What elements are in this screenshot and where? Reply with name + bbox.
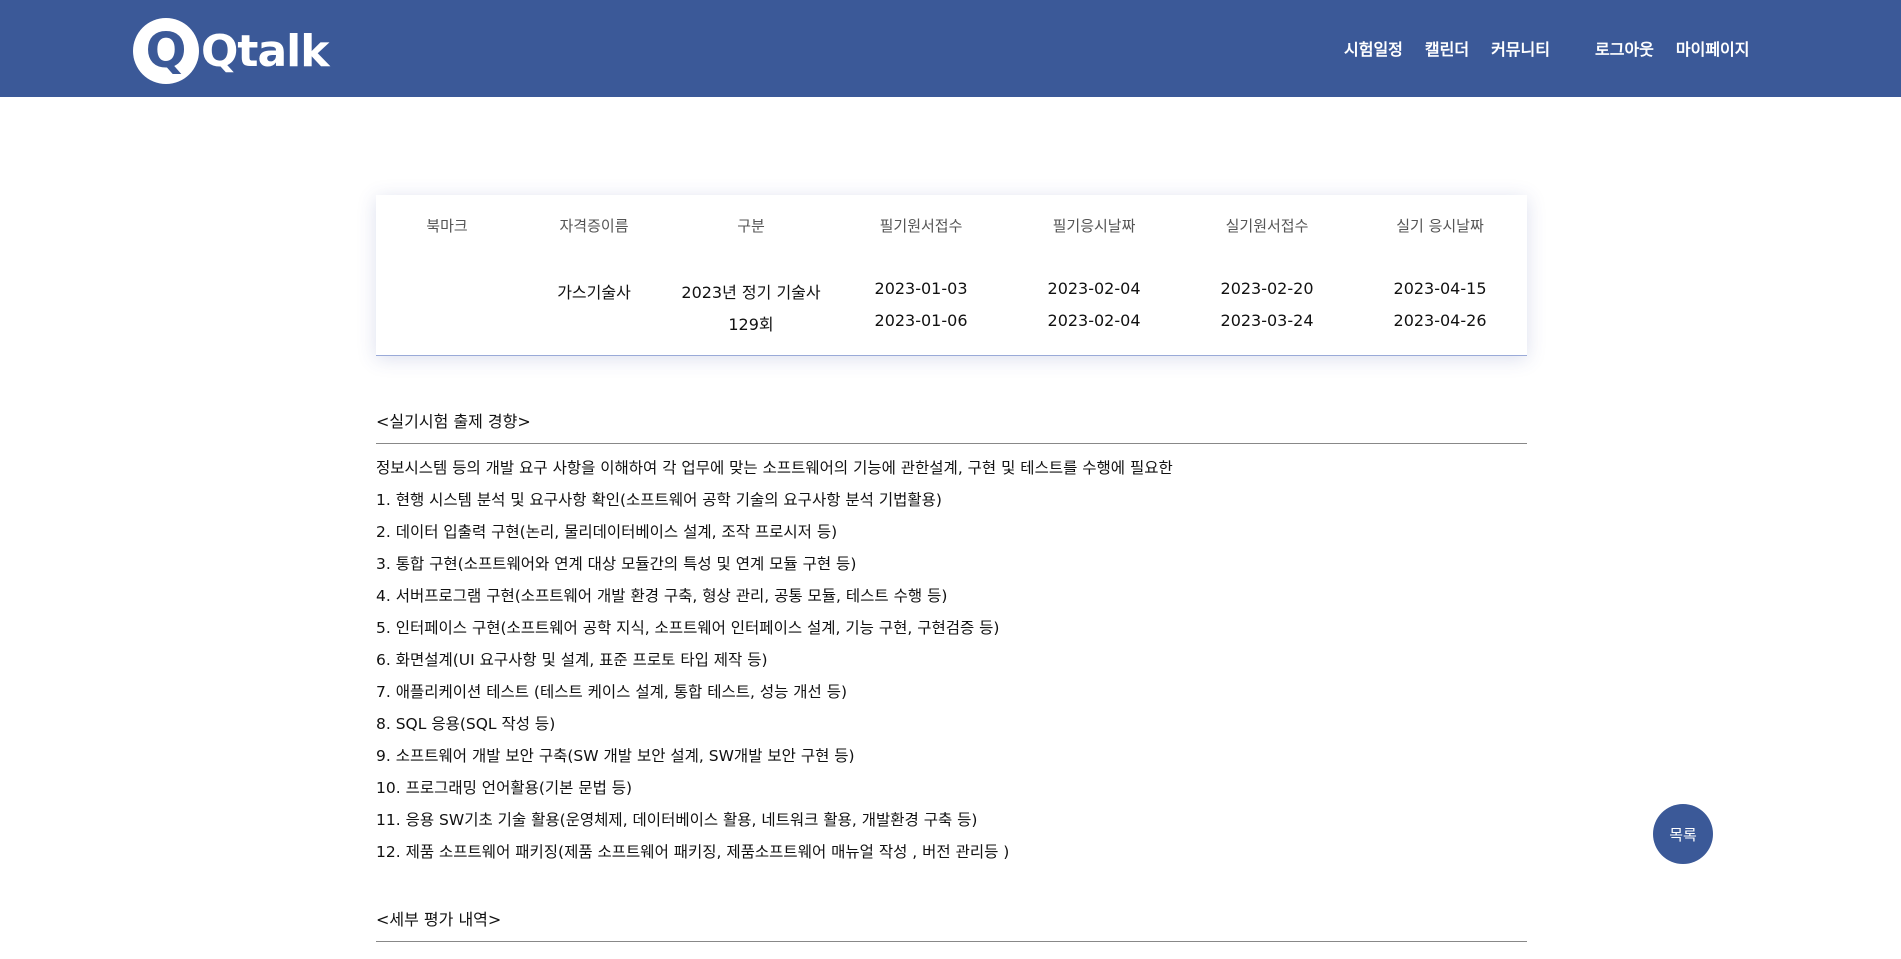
header-bookmark: 북마크 — [426, 217, 468, 235]
nav-logout[interactable]: 로그아웃 — [1595, 36, 1654, 60]
main-nav: 시험일정 캘린더 커뮤니티 — [1344, 36, 1550, 60]
list-item: 11. 응용 SW기초 기술 활용(운영체제, 데이터베이스 활용, 네트워크 … — [376, 811, 978, 829]
header-practical-exam-date: 실기 응시날짜 — [1396, 217, 1484, 235]
section-divider — [376, 941, 1527, 942]
list-item: 9. 소프트웨어 개발 보안 구축(SW 개발 보안 설계, SW개발 보안 구… — [376, 747, 855, 765]
round-line-1: 2023년 정기 기술사 — [681, 283, 821, 302]
exam-schedule-card: 북마크 자격증이름 구분 필기원서접수 필기응시날짜 실기원서접수 실기 응시날… — [376, 195, 1527, 356]
practical-apply-end: 2023-03-24 — [1220, 311, 1314, 330]
header-written-apply: 필기원서접수 — [879, 217, 963, 235]
list-button[interactable]: 목록 — [1653, 804, 1713, 864]
trend-list: 정보시스템 등의 개발 요구 사항을 이해하여 각 업무에 맞는 소프트웨어의 … — [376, 457, 1173, 873]
cert-name: 가스기술사 — [557, 283, 631, 302]
list-item: 2. 데이터 입출력 구현(논리, 물리데이터베이스 설계, 조작 프로시저 등… — [376, 523, 838, 541]
header-practical-apply: 실기원서접수 — [1225, 217, 1309, 235]
top-navigation-bar: Q Qtalk 시험일정 캘린더 커뮤니티 로그아웃 마이페이지 — [0, 0, 1901, 97]
nav-exam-schedule[interactable]: 시험일정 — [1344, 36, 1403, 60]
user-nav: 로그아웃 마이페이지 — [1595, 36, 1750, 60]
list-item: 정보시스템 등의 개발 요구 사항을 이해하여 각 업무에 맞는 소프트웨어의 … — [376, 459, 1173, 477]
list-item: 12. 제품 소프트웨어 패키징(제품 소프트웨어 패키징, 제품소프트웨어 매… — [376, 843, 1010, 861]
nav-calendar[interactable]: 캘린더 — [1425, 36, 1469, 60]
list-item: 1. 현행 시스템 분석 및 요구사항 확인(소프트웨어 공학 기술의 요구사항… — [376, 491, 942, 509]
practical-exam-start: 2023-04-15 — [1393, 279, 1487, 298]
written-exam-start: 2023-02-04 — [1047, 279, 1141, 298]
list-item: 10. 프로그래밍 언어활용(기본 문법 등) — [376, 779, 633, 797]
list-item: 8. SQL 응용(SQL 작성 등) — [376, 715, 556, 733]
logo-q-badge: Q — [133, 18, 199, 84]
written-exam-end: 2023-02-04 — [1047, 311, 1141, 330]
written-apply-end: 2023-01-06 — [874, 311, 968, 330]
header-category: 구분 — [737, 217, 765, 235]
round-line-2: 129회 — [728, 315, 774, 334]
list-item: 3. 통합 구현(소프트웨어와 연계 대상 모듈간의 특성 및 연계 모듈 구현… — [376, 555, 857, 573]
logo-q-letter: Q — [145, 23, 187, 79]
detail-section-title: <세부 평가 내역> — [376, 910, 502, 929]
nav-mypage[interactable]: 마이페이지 — [1676, 36, 1750, 60]
header-cert-name: 자격증이름 — [559, 217, 629, 235]
logo-text: Qtalk — [201, 25, 329, 77]
nav-community[interactable]: 커뮤니티 — [1491, 36, 1550, 60]
list-item: 4. 서버프로그램 구현(소프트웨어 개발 환경 구축, 형상 관리, 공통 모… — [376, 587, 948, 605]
trend-section-title: <실기시험 출제 경향> — [376, 412, 531, 431]
section-divider — [376, 443, 1527, 444]
list-item: 6. 화면설계(UI 요구사항 및 설계, 표준 프로토 타입 제작 등) — [376, 651, 768, 669]
list-item: 7. 애플리케이션 테스트 (테스트 케이스 설계, 통합 테스트, 성능 개선… — [376, 683, 848, 701]
header-written-exam-date: 필기응시날짜 — [1052, 217, 1136, 235]
practical-exam-end: 2023-04-26 — [1393, 311, 1487, 330]
list-item: 5. 인터페이스 구현(소프트웨어 공학 지식, 소프트웨어 인터페이스 설계,… — [376, 619, 1000, 637]
practical-apply-start: 2023-02-20 — [1220, 279, 1314, 298]
qtalk-logo[interactable]: Q Qtalk — [133, 17, 329, 85]
written-apply-start: 2023-01-03 — [874, 279, 968, 298]
